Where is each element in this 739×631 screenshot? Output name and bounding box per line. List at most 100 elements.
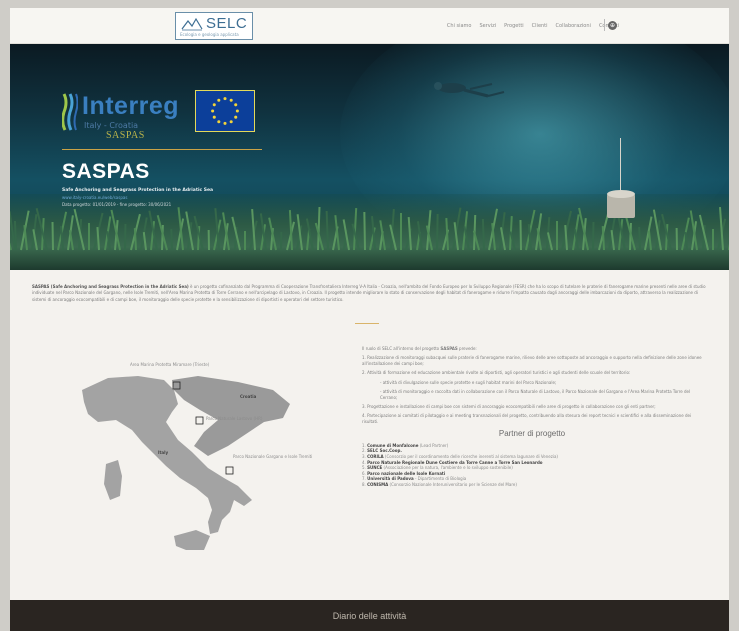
activity-diary-label: Diario delle attività [332,611,407,621]
hero-divider [62,149,262,150]
map-label-italy: Italy [158,450,169,455]
eu-star-icon [229,98,233,102]
eu-star-icon [212,103,216,107]
seagrass-blade [207,229,210,251]
role-item-4: 4. Partecipazione ai comitati di pilotag… [362,413,692,425]
project-link[interactable]: www.italy-croatia.eu/web/saspas [62,195,127,200]
project-dates: Data progetto: 01/01/2019 - fine progett… [62,202,172,207]
nav-item-chi-siamo[interactable]: Chi siamo [447,23,472,29]
seagrass-blade [638,226,642,251]
seagrass-blade [610,230,616,251]
eu-star-icon [223,97,227,101]
partner-note: (Associazione per la natura, l'ambiente … [382,465,513,471]
map-label-lastovo: Parco Naturale Lastovo (HR) [206,416,263,421]
seagrass-blade [69,230,75,251]
main-nav: Chi siamo Servizi Progetti Clienti Colla… [447,23,619,29]
partner-name: Parco nazionale delle Isole Kornati [367,470,446,476]
partner-note: (Consorzio per il coordinamento delle ri… [383,453,558,459]
map-label-miramare: Area Marina Protetta Miramare (Trieste) [130,362,210,367]
seagrass-blade [556,221,558,250]
intro-paragraph: SASPAS (Safe Anchoring and Seagrass Prot… [32,284,708,303]
interreg-bars-icon [62,93,78,131]
seagrass-blade [143,232,148,251]
logo-text: SELC [206,15,248,32]
seagrass-blade [124,223,127,251]
partner-note: (Consorzio Nazionale Interuniversitario … [388,481,517,487]
globe-icon[interactable]: ⊕ [608,21,617,30]
seagrass-blade [445,217,449,251]
seagrass-blade [106,231,111,251]
partners-list: 1. Comune di Monfalcone (Lead Partner) 2.… [362,443,702,488]
seagrass-blade [536,228,543,251]
seagrass-blade [675,227,678,251]
eu-star-icon [217,98,221,102]
eu-star-icon [223,121,227,125]
project-title: SASPAS [62,160,150,183]
buoy-rope [620,138,621,193]
nav-item-collaborazioni[interactable]: Collaborazioni [556,23,591,29]
partner-note: (Lead Partner) [418,442,449,448]
eu-star-icon [235,109,239,113]
seagrass-blade [400,213,402,250]
map-label-croatia: Croatia [240,394,257,399]
partner-name: CORILA [367,453,384,459]
seagrass-blade [712,229,714,250]
nav-separator [604,19,605,31]
italy-map: Area Marina Protetta Miramare (Trieste) … [68,360,312,555]
seagrass-blade [519,219,522,251]
partner-name: Parco Naturale Regionale Dune Costiere d… [367,459,543,465]
role-item-1: 1. Realizzazione di monitoraggi subacque… [362,355,702,367]
diver-image [434,82,505,98]
eu-star-icon [234,115,238,119]
partner-item: 8. CONISMA (Consorzio Nazionale Interuni… [362,482,702,488]
intro-lead: SASPAS (Safe Anchoring and Seagrass Prot… [32,284,189,289]
role-item-3: 3. Progettazione e installazione di camp… [362,404,656,410]
partner-name: CONISMA [367,481,389,487]
interreg-title: Interreg [82,92,180,120]
seagrass-blade [170,228,174,251]
hero-banner: Interreg Italy - Croatia SASPAS SASPAS S… [10,44,729,270]
role-subitem-a: - attività di divulgazione sulle specie … [380,379,557,385]
eu-star-icon [229,120,233,124]
seagrass-blade [727,222,729,251]
partner-name: SELC Soc.Coop. [367,448,402,454]
seagrass-blade [592,221,595,251]
partner-note: - Dipartimento di Biologia [413,476,467,482]
role-item-2: 2. Attività di formazione ed educazione … [362,370,631,376]
partner-name: Comune di Monfalcone [367,442,419,448]
role-intro: Il ruolo di SELC all'interno del progett… [362,346,702,352]
map-label-gargano: Parco Nazionale Gargano e Isole Tremiti [233,454,313,459]
selc-logo[interactable]: SELC Ecologia e geologia applicata [175,12,253,40]
role-intro-project: SASPAS [440,346,458,351]
eu-star-icon [234,103,238,107]
site-header: SELC Ecologia e geologia applicata Chi s… [10,8,729,44]
nav-item-progetti[interactable]: Progetti [504,23,524,29]
seagrass-blade [59,226,64,251]
section-divider [355,323,379,324]
seagrass-blade [482,218,486,251]
selc-logo-mark-icon [181,17,203,31]
eu-flag-icon [195,90,255,132]
interreg-project-name: SASPAS [106,130,145,141]
eu-star-icon [211,109,215,113]
partners-heading: Partner di progetto [498,428,566,438]
seagrass-blade [573,229,579,251]
seagrass-blade [408,217,413,251]
project-subtitle: Safe Anchoring and Seagrass Protection i… [62,188,214,193]
seagrass-blade [88,223,90,250]
eu-star-icon [217,120,221,124]
seagrass-blade [684,231,688,251]
seagrass-blade [325,210,330,251]
logo-subtitle: Ecologia e geologia applicata [180,32,239,37]
role-intro-post: prevede: [457,346,477,351]
page: SELC Ecologia e geologia applicata Chi s… [10,8,729,631]
seagrass-blade [51,221,54,251]
partner-name: Università di Padova [367,476,414,482]
nav-item-clienti[interactable]: Clienti [532,23,548,29]
seagrass-blade [647,230,652,251]
seagrass-blade [244,231,246,250]
anchor-block-top [607,190,635,198]
nav-item-servizi[interactable]: Servizi [480,23,497,29]
role-subitem-b: - attività di monitoraggio e raccolta da… [380,388,691,400]
activity-diary-bar[interactable]: Diario delle attività [10,600,729,631]
